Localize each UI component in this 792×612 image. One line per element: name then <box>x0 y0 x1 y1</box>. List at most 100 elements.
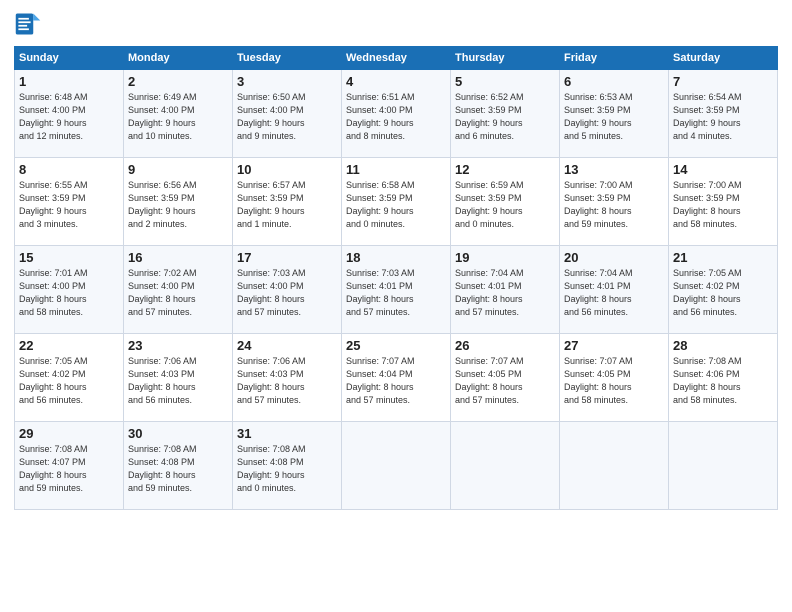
day-number: 11 <box>346 162 446 177</box>
day-number: 30 <box>128 426 228 441</box>
day-number: 5 <box>455 74 555 89</box>
day-info: Sunrise: 7:08 AM Sunset: 4:07 PM Dayligh… <box>19 443 119 495</box>
day-info: Sunrise: 7:08 AM Sunset: 4:06 PM Dayligh… <box>673 355 773 407</box>
day-info: Sunrise: 7:08 AM Sunset: 4:08 PM Dayligh… <box>237 443 337 495</box>
day-number: 26 <box>455 338 555 353</box>
day-cell <box>342 422 451 510</box>
day-info: Sunrise: 7:05 AM Sunset: 4:02 PM Dayligh… <box>19 355 119 407</box>
day-info: Sunrise: 7:02 AM Sunset: 4:00 PM Dayligh… <box>128 267 228 319</box>
col-header-monday: Monday <box>124 47 233 70</box>
day-number: 24 <box>237 338 337 353</box>
week-row-2: 8 Sunrise: 6:55 AM Sunset: 3:59 PM Daylig… <box>15 158 778 246</box>
day-number: 9 <box>128 162 228 177</box>
day-info: Sunrise: 7:00 AM Sunset: 3:59 PM Dayligh… <box>564 179 664 231</box>
day-number: 21 <box>673 250 773 265</box>
week-row-5: 29 Sunrise: 7:08 AM Sunset: 4:07 PM Dayli… <box>15 422 778 510</box>
day-cell <box>560 422 669 510</box>
col-header-tuesday: Tuesday <box>233 47 342 70</box>
day-cell: 11 Sunrise: 6:58 AM Sunset: 3:59 PM Dayli… <box>342 158 451 246</box>
day-cell: 28 Sunrise: 7:08 AM Sunset: 4:06 PM Dayli… <box>669 334 778 422</box>
day-info: Sunrise: 6:56 AM Sunset: 3:59 PM Dayligh… <box>128 179 228 231</box>
day-info: Sunrise: 6:53 AM Sunset: 3:59 PM Dayligh… <box>564 91 664 143</box>
day-number: 22 <box>19 338 119 353</box>
day-cell: 26 Sunrise: 7:07 AM Sunset: 4:05 PM Dayli… <box>451 334 560 422</box>
day-info: Sunrise: 6:59 AM Sunset: 3:59 PM Dayligh… <box>455 179 555 231</box>
day-number: 20 <box>564 250 664 265</box>
day-cell <box>669 422 778 510</box>
day-cell: 25 Sunrise: 7:07 AM Sunset: 4:04 PM Dayli… <box>342 334 451 422</box>
day-cell: 27Sunrise: 7:07 AM Sunset: 4:05 PM Dayli… <box>560 334 669 422</box>
col-header-sunday: Sunday <box>15 47 124 70</box>
day-info: Sunrise: 7:05 AM Sunset: 4:02 PM Dayligh… <box>673 267 773 319</box>
day-info: Sunrise: 7:01 AM Sunset: 4:00 PM Dayligh… <box>19 267 119 319</box>
day-number: 27 <box>564 338 664 353</box>
day-cell: 14 Sunrise: 7:00 AM Sunset: 3:59 PM Dayli… <box>669 158 778 246</box>
col-header-friday: Friday <box>560 47 669 70</box>
calendar-table: SundayMondayTuesdayWednesdayThursdayFrid… <box>14 46 778 510</box>
day-cell <box>451 422 560 510</box>
day-cell: 5Sunrise: 6:52 AM Sunset: 3:59 PM Daylig… <box>451 70 560 158</box>
day-cell: 15 Sunrise: 7:01 AM Sunset: 4:00 PM Dayli… <box>15 246 124 334</box>
day-number: 14 <box>673 162 773 177</box>
day-info: Sunrise: 7:06 AM Sunset: 4:03 PM Dayligh… <box>128 355 228 407</box>
day-info: Sunrise: 7:04 AM Sunset: 4:01 PM Dayligh… <box>455 267 555 319</box>
day-number: 16 <box>128 250 228 265</box>
day-number: 15 <box>19 250 119 265</box>
day-info: Sunrise: 7:00 AM Sunset: 3:59 PM Dayligh… <box>673 179 773 231</box>
day-cell: 13 Sunrise: 7:00 AM Sunset: 3:59 PM Dayli… <box>560 158 669 246</box>
col-header-wednesday: Wednesday <box>342 47 451 70</box>
header <box>14 10 778 38</box>
day-number: 13 <box>564 162 664 177</box>
day-cell: 3Sunrise: 6:50 AM Sunset: 4:00 PM Daylig… <box>233 70 342 158</box>
day-info: Sunrise: 6:57 AM Sunset: 3:59 PM Dayligh… <box>237 179 337 231</box>
day-cell: 10 Sunrise: 6:57 AM Sunset: 3:59 PM Dayli… <box>233 158 342 246</box>
day-number: 28 <box>673 338 773 353</box>
day-number: 12 <box>455 162 555 177</box>
day-cell: 7Sunrise: 6:54 AM Sunset: 3:59 PM Daylig… <box>669 70 778 158</box>
day-number: 29 <box>19 426 119 441</box>
week-row-3: 15 Sunrise: 7:01 AM Sunset: 4:00 PM Dayli… <box>15 246 778 334</box>
day-number: 8 <box>19 162 119 177</box>
day-cell: 18 Sunrise: 7:03 AM Sunset: 4:01 PM Dayli… <box>342 246 451 334</box>
day-info: Sunrise: 7:08 AM Sunset: 4:08 PM Dayligh… <box>128 443 228 495</box>
day-info: Sunrise: 6:51 AM Sunset: 4:00 PM Dayligh… <box>346 91 446 143</box>
day-info: Sunrise: 6:58 AM Sunset: 3:59 PM Dayligh… <box>346 179 446 231</box>
week-row-1: 1 Sunrise: 6:48 AM Sunset: 4:00 PM Daylig… <box>15 70 778 158</box>
day-cell: 31Sunrise: 7:08 AM Sunset: 4:08 PM Dayli… <box>233 422 342 510</box>
day-number: 19 <box>455 250 555 265</box>
day-cell: 21 Sunrise: 7:05 AM Sunset: 4:02 PM Dayli… <box>669 246 778 334</box>
day-cell: 19 Sunrise: 7:04 AM Sunset: 4:01 PM Dayli… <box>451 246 560 334</box>
day-cell: 9 Sunrise: 6:56 AM Sunset: 3:59 PM Daylig… <box>124 158 233 246</box>
day-info: Sunrise: 6:48 AM Sunset: 4:00 PM Dayligh… <box>19 91 119 143</box>
logo <box>14 10 44 38</box>
logo-icon <box>14 10 42 38</box>
day-number: 4 <box>346 74 446 89</box>
day-number: 17 <box>237 250 337 265</box>
day-cell: 2 Sunrise: 6:49 AM Sunset: 4:00 PM Daylig… <box>124 70 233 158</box>
day-info: Sunrise: 7:04 AM Sunset: 4:01 PM Dayligh… <box>564 267 664 319</box>
day-info: Sunrise: 7:03 AM Sunset: 4:01 PM Dayligh… <box>346 267 446 319</box>
day-number: 25 <box>346 338 446 353</box>
day-info: Sunrise: 6:55 AM Sunset: 3:59 PM Dayligh… <box>19 179 119 231</box>
day-number: 6 <box>564 74 664 89</box>
day-cell: 24 Sunrise: 7:06 AM Sunset: 4:03 PM Dayli… <box>233 334 342 422</box>
day-number: 10 <box>237 162 337 177</box>
day-number: 18 <box>346 250 446 265</box>
day-cell: 22 Sunrise: 7:05 AM Sunset: 4:02 PM Dayli… <box>15 334 124 422</box>
day-number: 2 <box>128 74 228 89</box>
day-cell: 20 Sunrise: 7:04 AM Sunset: 4:01 PM Dayli… <box>560 246 669 334</box>
day-number: 1 <box>19 74 119 89</box>
day-info: Sunrise: 7:07 AM Sunset: 4:05 PM Dayligh… <box>455 355 555 407</box>
day-info: Sunrise: 7:06 AM Sunset: 4:03 PM Dayligh… <box>237 355 337 407</box>
day-cell: 8 Sunrise: 6:55 AM Sunset: 3:59 PM Daylig… <box>15 158 124 246</box>
day-cell: 6 Sunrise: 6:53 AM Sunset: 3:59 PM Daylig… <box>560 70 669 158</box>
header-row: SundayMondayTuesdayWednesdayThursdayFrid… <box>15 47 778 70</box>
col-header-thursday: Thursday <box>451 47 560 70</box>
day-info: Sunrise: 6:54 AM Sunset: 3:59 PM Dayligh… <box>673 91 773 143</box>
day-cell: 29 Sunrise: 7:08 AM Sunset: 4:07 PM Dayli… <box>15 422 124 510</box>
day-number: 23 <box>128 338 228 353</box>
day-info: Sunrise: 6:49 AM Sunset: 4:00 PM Dayligh… <box>128 91 228 143</box>
day-cell: 23 Sunrise: 7:06 AM Sunset: 4:03 PM Dayli… <box>124 334 233 422</box>
day-cell: 12 Sunrise: 6:59 AM Sunset: 3:59 PM Dayli… <box>451 158 560 246</box>
day-info: Sunrise: 7:07 AM Sunset: 4:04 PM Dayligh… <box>346 355 446 407</box>
